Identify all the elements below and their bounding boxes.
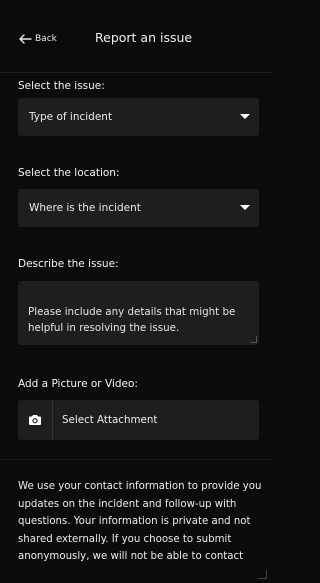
attachment-label: Add a Picture or Video:	[18, 378, 138, 390]
select-attachment-label: Select Attachment	[62, 414, 158, 426]
privacy-disclaimer: We use your contact information to provi…	[18, 481, 262, 562]
description-placeholder: Please include any details that might be…	[28, 306, 236, 334]
caret-down-icon	[240, 205, 250, 210]
select-attachment-button[interactable]: Select Attachment	[18, 400, 259, 440]
header-bar: Back Report an issue	[0, 0, 273, 73]
camera-icon-wrap	[18, 400, 53, 440]
issue-select[interactable]: Type of incident	[18, 98, 259, 136]
resize-handle[interactable]	[250, 336, 257, 343]
page-title: Report an issue	[95, 30, 193, 45]
section-divider	[0, 459, 273, 460]
back-label: Back	[35, 34, 57, 44]
window-resize-handle[interactable]	[258, 570, 267, 579]
back-button[interactable]: Back	[18, 31, 57, 47]
arrow-left-icon	[19, 34, 32, 44]
location-select[interactable]: Where is the incident	[18, 189, 259, 227]
issue-select-value: Type of incident	[29, 111, 113, 123]
location-select-value: Where is the incident	[29, 202, 141, 214]
description-textarea[interactable]: Please include any details that might be…	[18, 281, 259, 345]
description-label: Describe the issue:	[18, 258, 119, 270]
camera-icon	[29, 415, 41, 425]
location-label: Select the location:	[18, 167, 120, 179]
caret-down-icon	[240, 114, 250, 119]
issue-label: Select the issue:	[18, 80, 105, 92]
